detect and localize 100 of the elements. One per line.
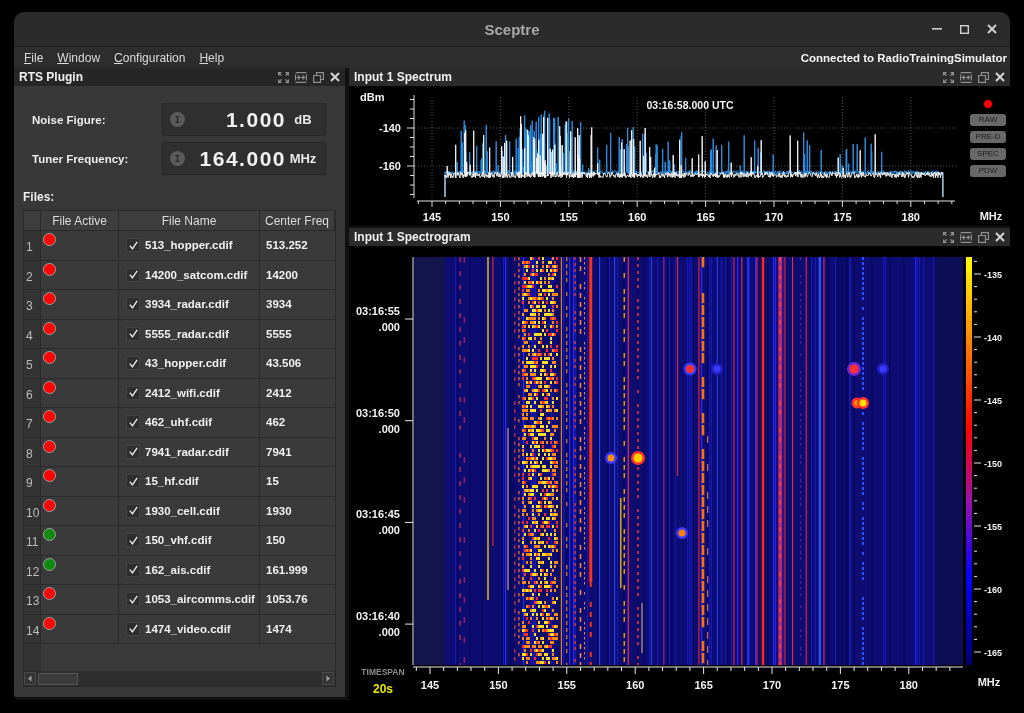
- file-checkbox[interactable]: [126, 267, 140, 282]
- center-frequency-cell: 5555: [260, 319, 335, 349]
- expand-icon[interactable]: [278, 71, 289, 83]
- parameter-field[interactable]: 164.000 MHz: [162, 142, 326, 175]
- close-icon[interactable]: [330, 72, 340, 82]
- center-frequency-cell: 1930: [260, 496, 335, 526]
- restore-icon[interactable]: [978, 231, 989, 243]
- axis-tick-label: 170: [764, 211, 784, 223]
- row-number: 7: [24, 408, 41, 438]
- panel-title: Input 1 Spectrogram: [354, 230, 471, 244]
- axis-unit-label: MHz: [978, 210, 1003, 222]
- file-checkbox[interactable]: [126, 415, 140, 430]
- axis-tick-label: 160: [628, 211, 647, 223]
- checkmark-icon: [128, 594, 138, 604]
- restore-icon[interactable]: [313, 71, 324, 83]
- file-checkbox[interactable]: [126, 474, 140, 489]
- file-checkbox[interactable]: [126, 533, 140, 548]
- center-frequency-cell: 161.999: [260, 555, 335, 585]
- menu-item[interactable]: Configuration: [107, 50, 193, 65]
- file-checkbox[interactable]: [126, 621, 140, 636]
- scroll-left-icon[interactable]: [24, 672, 36, 685]
- file-checkbox[interactable]: [126, 592, 140, 607]
- row-number: 13: [24, 585, 41, 615]
- scale-tick-label: -165: [984, 647, 1002, 658]
- center-frequency-cell: 1053.76: [260, 585, 335, 615]
- file-checkbox[interactable]: [126, 385, 140, 400]
- column-header[interactable]: File Name: [119, 211, 260, 231]
- file-checkbox[interactable]: [126, 356, 140, 371]
- parameter-unit: dB: [293, 112, 313, 127]
- parameter-value: 164.000: [199, 146, 286, 171]
- axis-unit-label: MHz: [977, 676, 1001, 688]
- file-name: 43_hopper.cdif: [145, 357, 227, 370]
- center-frequency-cell: 150: [260, 526, 335, 556]
- axis-unit-label: dBm: [360, 91, 385, 103]
- checkmark-icon: [128, 417, 138, 427]
- row-number: 4: [24, 319, 41, 349]
- axis-tick-label: 145: [420, 679, 440, 691]
- scale-tick-label: -155: [984, 521, 1002, 532]
- row-number: 8: [24, 437, 41, 467]
- scrollbar-thumb[interactable]: [38, 672, 78, 685]
- time-tick-label: 03:16:55: [355, 305, 400, 317]
- file-checkbox[interactable]: [126, 503, 140, 518]
- window-title: Sceptre: [484, 20, 540, 38]
- parameter-value: 1.000: [225, 107, 286, 132]
- file-name: 1053_aircomms.cdif: [145, 593, 255, 606]
- menu-item[interactable]: Help: [192, 50, 232, 65]
- scale-tick-label: -145: [984, 395, 1002, 406]
- info-icon: [170, 151, 185, 166]
- expand-icon[interactable]: [943, 71, 954, 83]
- fit-width-icon[interactable]: [960, 231, 972, 243]
- file-name: 162_ais.cdif: [145, 563, 211, 576]
- time-tick-label: 03:16:40: [355, 610, 400, 623]
- axis-tick-label: 175: [833, 211, 852, 223]
- file-name: 14200_satcom.cdif: [145, 268, 248, 281]
- panel-title: Input 1 Spectrum: [354, 70, 452, 84]
- time-tick-label: 03:16:50: [355, 406, 400, 419]
- panel-title: RTS Plugin: [19, 70, 83, 84]
- maximize-icon[interactable]: [960, 24, 969, 34]
- file-checkbox[interactable]: [126, 238, 140, 253]
- row-number: 14: [24, 614, 41, 644]
- axis-tick-label: 165: [694, 679, 713, 691]
- fit-width-icon[interactable]: [960, 71, 972, 83]
- scroll-right-icon[interactable]: [322, 672, 334, 685]
- close-icon[interactable]: [987, 24, 997, 34]
- axis-tick-label: 175: [831, 679, 850, 691]
- close-icon[interactable]: [995, 72, 1005, 82]
- column-header[interactable]: File Active: [41, 211, 119, 231]
- center-frequency-cell: 43.506: [260, 349, 335, 379]
- menu-item[interactable]: File: [17, 50, 51, 65]
- axis-tick-label: 180: [899, 679, 918, 691]
- center-frequency-cell: 3934: [260, 290, 335, 320]
- timespan-value: 20s: [373, 682, 393, 696]
- parameter-unit: MHz: [288, 151, 318, 166]
- center-frequency-cell: 513.252: [260, 231, 335, 261]
- scale-tick-label: -140: [984, 332, 1002, 343]
- file-checkbox[interactable]: [126, 562, 140, 577]
- file-name: 5555_radar.cdif: [145, 327, 229, 340]
- column-header[interactable]: Center Freq: [260, 211, 335, 231]
- file-checkbox[interactable]: [126, 297, 140, 312]
- fit-width-icon[interactable]: [295, 71, 307, 83]
- file-name: 150_vhf.cdif: [145, 534, 212, 547]
- checkmark-icon: [128, 447, 138, 457]
- info-icon: [170, 112, 185, 127]
- file-name: 462_uhf.cdif: [145, 416, 213, 429]
- axis-tick-label: 155: [559, 211, 578, 223]
- file-checkbox[interactable]: [126, 444, 140, 459]
- checkmark-icon: [128, 329, 138, 339]
- row-number: 2: [24, 260, 41, 290]
- file-name: 3934_radar.cdif: [145, 298, 229, 311]
- file-checkbox[interactable]: [126, 326, 140, 341]
- axis-tick-label: 155: [557, 679, 576, 691]
- checkmark-icon: [128, 565, 138, 575]
- checkmark-icon: [128, 535, 138, 545]
- restore-icon[interactable]: [978, 71, 989, 83]
- file-name: 15_hf.cdif: [145, 475, 199, 488]
- close-icon[interactable]: [995, 232, 1005, 242]
- expand-icon[interactable]: [943, 231, 954, 243]
- parameter-field[interactable]: 1.000 dB: [162, 103, 326, 136]
- menu-item[interactable]: Window: [50, 50, 108, 65]
- section-label: Files:: [22, 189, 56, 206]
